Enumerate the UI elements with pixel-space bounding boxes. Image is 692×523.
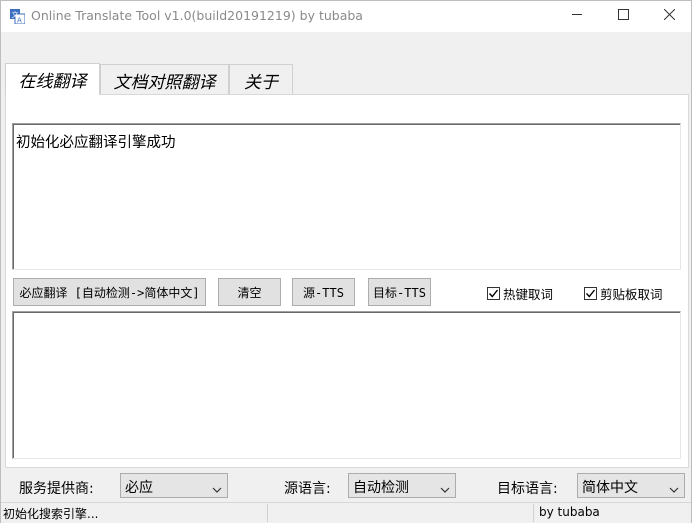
target-language-label: 目标语言: — [497, 481, 558, 497]
maximize-icon — [617, 9, 629, 24]
checkbox-checked-icon — [584, 287, 597, 300]
source-language-value: 自动检测 — [353, 480, 409, 496]
tab-about[interactable]: 关于 — [229, 64, 293, 94]
clipboard-label: 剪贴板取词 — [600, 287, 663, 302]
clipboard-checkbox[interactable]: 剪贴板取词 — [584, 284, 663, 303]
checkbox-checked-icon — [487, 287, 500, 300]
window-title: Online Translate Tool v1.0(build20191219… — [31, 8, 363, 23]
status-message: 初始化搜索引擎... — [3, 507, 99, 521]
source-tts-button[interactable]: 源-TTS — [292, 278, 355, 306]
status-bar: 初始化搜索引擎... by tubaba — [1, 502, 691, 523]
result-text-area[interactable] — [12, 311, 681, 459]
title-bar[interactable]: 文 A Online Translate Tool v1.0(build2019… — [1, 1, 691, 32]
status-credit: by tubaba — [539, 505, 600, 519]
hotkey-checkbox[interactable]: 热键取词 — [487, 284, 553, 303]
target-tts-button[interactable]: 目标-TTS — [368, 278, 431, 306]
provider-label: 服务提供商: — [19, 481, 94, 497]
provider-value: 必应 — [125, 480, 153, 496]
hotkey-label: 热键取词 — [503, 287, 554, 302]
provider-select[interactable]: 必应 — [120, 473, 228, 498]
source-language-label: 源语言: — [284, 481, 331, 497]
status-divider — [267, 504, 268, 522]
source-text: 初始化必应翻译引擎成功 — [16, 135, 176, 151]
chevron-down-icon — [669, 482, 679, 493]
clear-button[interactable]: 清空 — [218, 278, 281, 306]
close-icon — [663, 8, 675, 24]
minimize-icon — [571, 9, 583, 24]
chevron-down-icon — [212, 482, 222, 493]
tab-online-translate[interactable]: 在线翻译 — [5, 63, 100, 95]
translate-button[interactable]: 必应翻译 [自动检测->简体中文] — [13, 278, 206, 306]
translate-app-icon: 文 A — [10, 9, 26, 25]
target-language-value: 简体中文 — [582, 480, 638, 496]
source-text-area[interactable]: 初始化必应翻译引擎成功 — [12, 123, 681, 270]
minimize-button[interactable] — [554, 1, 600, 32]
svg-text:A: A — [17, 17, 22, 25]
app-window: 文 A Online Translate Tool v1.0(build2019… — [0, 0, 692, 523]
source-language-select[interactable]: 自动检测 — [348, 473, 456, 498]
tab-document-translate[interactable]: 文档对照翻译 — [100, 64, 229, 94]
target-language-select[interactable]: 简体中文 — [577, 473, 685, 498]
chevron-down-icon — [440, 482, 450, 493]
maximize-button[interactable] — [600, 1, 646, 32]
status-divider — [533, 504, 534, 522]
close-button[interactable] — [646, 1, 692, 32]
